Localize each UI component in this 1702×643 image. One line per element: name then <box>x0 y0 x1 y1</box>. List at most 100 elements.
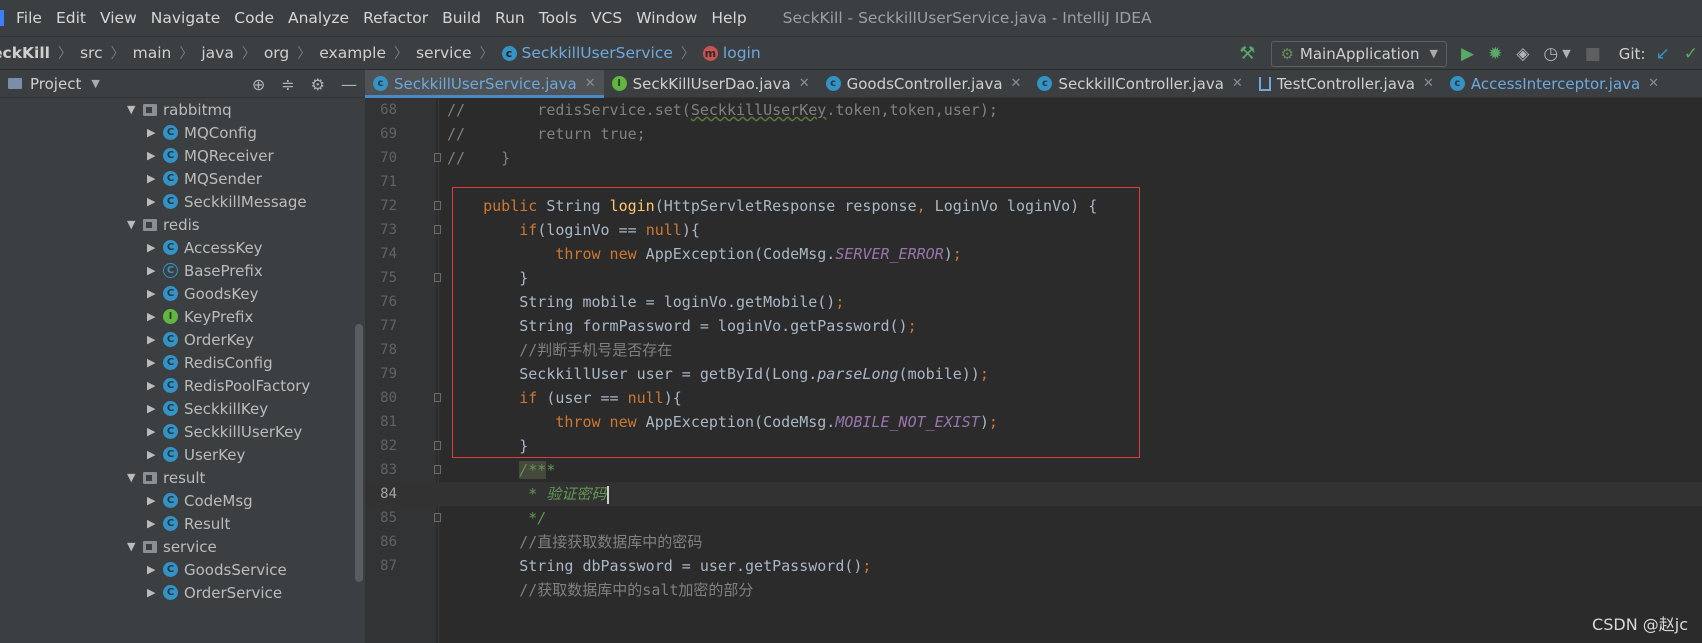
tree-class-row[interactable]: ▶ C OrderService <box>147 581 282 604</box>
tree-class-row[interactable]: ▶ C Result <box>147 512 230 535</box>
fold-marker-icon[interactable] <box>434 201 441 210</box>
tree-class-row[interactable]: ▶ C SeckkillMessage <box>147 190 307 213</box>
collapse-arrow-icon[interactable]: ▶ <box>147 402 163 415</box>
breadcrumb-main[interactable]: main <box>133 44 172 62</box>
debug-bug-icon[interactable]: ✹ <box>1488 44 1502 64</box>
tree-class-row[interactable]: ▶ C UserKey <box>147 443 245 466</box>
git-commit-check-icon[interactable]: ✓ <box>1684 44 1698 64</box>
menu-run[interactable]: Run <box>495 9 525 27</box>
collapse-arrow-icon[interactable]: ▶ <box>147 310 163 323</box>
tab-testcontroller[interactable]: TestController.java ✕ <box>1251 70 1442 97</box>
close-icon[interactable]: ✕ <box>1648 76 1659 91</box>
collapse-arrow-icon[interactable]: ▶ <box>147 586 163 599</box>
run-icon[interactable]: ▶ <box>1461 44 1474 64</box>
tree-class-row[interactable]: ▶ C MQConfig <box>147 121 257 144</box>
breadcrumb-class[interactable]: c SeckkillUserService <box>501 44 673 62</box>
breadcrumb-service[interactable]: service <box>416 44 472 62</box>
tab-seckkillcontroller[interactable]: c SeckkillController.java ✕ <box>1029 70 1250 97</box>
collapse-arrow-icon[interactable]: ▶ <box>147 494 163 507</box>
fold-marker-icon[interactable] <box>434 441 441 450</box>
close-icon[interactable]: ✕ <box>1011 76 1022 91</box>
tab-goodscontroller[interactable]: c GoodsController.java ✕ <box>818 70 1030 97</box>
menu-navigate[interactable]: Navigate <box>151 9 221 27</box>
fold-marker-icon[interactable] <box>434 393 441 402</box>
locate-crosshair-icon[interactable]: ⊕ <box>252 75 265 94</box>
collapse-all-icon[interactable]: ≑ <box>281 75 294 94</box>
tree-class-row[interactable]: ▶ C BasePrefix <box>147 259 263 282</box>
fold-marker-icon[interactable] <box>434 273 441 282</box>
tree-package-row[interactable]: ▼ result <box>127 466 205 489</box>
tab-seckkilluserservice[interactable]: c SeckkillUserService.java ✕ <box>365 70 604 98</box>
collapse-arrow-icon[interactable]: ▶ <box>147 126 163 139</box>
fold-marker-icon[interactable] <box>434 513 441 522</box>
menu-refactor[interactable]: Refactor <box>363 9 428 27</box>
collapse-arrow-icon[interactable]: ▶ <box>147 149 163 162</box>
fold-marker-icon[interactable] <box>434 153 441 162</box>
tree-class-row[interactable]: ▶ C SeckkillUserKey <box>147 420 302 443</box>
menu-code[interactable]: Code <box>234 9 274 27</box>
menu-file[interactable]: File <box>16 9 42 27</box>
collapse-arrow-icon[interactable]: ▶ <box>147 379 163 392</box>
minimize-icon[interactable]: — <box>341 75 357 94</box>
close-icon[interactable]: ✕ <box>585 76 596 91</box>
menu-build[interactable]: Build <box>442 9 481 27</box>
tree-class-row[interactable]: ▶ C AccessKey <box>147 236 263 259</box>
collapse-arrow-icon[interactable]: ▶ <box>147 172 163 185</box>
project-view-select[interactable]: Project ▼ <box>8 75 100 93</box>
collapse-arrow-icon[interactable]: ▶ <box>147 425 163 438</box>
tree-package-row[interactable]: ▼ rabbitmq <box>127 98 232 121</box>
tree-class-row[interactable]: ▶ C RedisPoolFactory <box>147 374 310 397</box>
collapse-arrow-icon[interactable]: ▶ <box>147 241 163 254</box>
expand-arrow-icon[interactable]: ▼ <box>127 218 143 231</box>
collapse-arrow-icon[interactable]: ▶ <box>147 356 163 369</box>
close-icon[interactable]: ✕ <box>799 76 810 91</box>
run-configuration-select[interactable]: ⚙ MainApplication ▼ <box>1271 40 1447 67</box>
menu-help[interactable]: Help <box>711 9 746 27</box>
close-icon[interactable]: ✕ <box>1232 76 1243 91</box>
expand-arrow-icon[interactable]: ▼ <box>127 540 143 553</box>
tree-class-row[interactable]: ▶ C CodeMsg <box>147 489 253 512</box>
profiler-icon[interactable]: ◷ <box>1543 44 1558 64</box>
menu-edit[interactable]: Edit <box>56 9 86 27</box>
chevron-down-icon[interactable]: ▼ <box>1562 47 1570 60</box>
tab-accessinterceptor[interactable]: c AccessInterceptor.java ✕ <box>1442 70 1667 97</box>
breadcrumb-src[interactable]: src <box>80 44 103 62</box>
tree-class-row[interactable]: ▶ C RedisConfig <box>147 351 273 374</box>
collapse-arrow-icon[interactable]: ▶ <box>147 563 163 576</box>
gear-icon[interactable]: ⚙ <box>311 75 325 94</box>
tree-class-row[interactable]: ▶ C MQReceiver <box>147 144 274 167</box>
collapse-arrow-icon[interactable]: ▶ <box>147 333 163 346</box>
menu-window[interactable]: Window <box>636 9 697 27</box>
tree-class-row[interactable]: ▶ C GoodsKey <box>147 282 259 305</box>
tree-package-row[interactable]: ▼ redis <box>127 213 200 236</box>
collapse-arrow-icon[interactable]: ▶ <box>147 448 163 461</box>
menu-view[interactable]: View <box>100 9 137 27</box>
collapse-arrow-icon[interactable]: ▶ <box>147 287 163 300</box>
close-icon[interactable]: ✕ <box>1423 76 1434 91</box>
tree-class-row[interactable]: ▶ C MQSender <box>147 167 262 190</box>
tree-package-row[interactable]: ▼ service <box>127 535 217 558</box>
breadcrumb-org[interactable]: org <box>264 44 289 62</box>
fold-marker-icon[interactable] <box>434 465 441 474</box>
tree-class-row[interactable]: ▶ C GoodsService <box>147 558 287 581</box>
expand-arrow-icon[interactable]: ▼ <box>127 471 143 484</box>
breadcrumb-example[interactable]: example <box>319 44 386 62</box>
fold-marker-icon[interactable] <box>434 225 441 234</box>
breadcrumb-project[interactable]: eckKill <box>0 44 50 62</box>
coverage-shield-icon[interactable]: ◈ <box>1516 44 1529 64</box>
tree-class-row[interactable]: ▶ C OrderKey <box>147 328 254 351</box>
collapse-arrow-icon[interactable]: ▶ <box>147 264 163 277</box>
tree-class-row[interactable]: ▶ C SeckkillKey <box>147 397 268 420</box>
breadcrumb-java[interactable]: java <box>201 44 233 62</box>
git-update-icon[interactable]: ↙ <box>1656 44 1670 64</box>
menu-vcs[interactable]: VCS <box>591 9 622 27</box>
menu-analyze[interactable]: Analyze <box>288 9 349 27</box>
tree-class-row[interactable]: ▶ I KeyPrefix <box>147 305 253 328</box>
tab-seckkilluserdao[interactable]: I SeckKillUserDao.java ✕ <box>604 70 818 97</box>
code-editor[interactable]: 68 // redisService.set(SeckkillUserKey.t… <box>365 98 1702 643</box>
expand-arrow-icon[interactable]: ▼ <box>127 103 143 116</box>
collapse-arrow-icon[interactable]: ▶ <box>147 517 163 530</box>
collapse-arrow-icon[interactable]: ▶ <box>147 195 163 208</box>
stop-icon[interactable]: ■ <box>1585 44 1601 64</box>
project-scrollbar[interactable] <box>355 324 363 582</box>
